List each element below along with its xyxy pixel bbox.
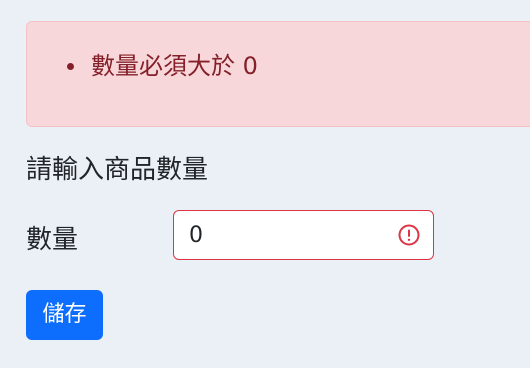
form-heading: 請輸入商品數量 [26,155,209,185]
bullet-icon [67,62,74,70]
quantity-input[interactable] [174,212,389,258]
quantity-input-wrapper [173,210,434,260]
quantity-label: 數量 [26,225,79,255]
error-message: 數量必須大於 0 [91,52,258,80]
exclamation-circle-icon [398,224,420,246]
save-button[interactable]: 儲存 [26,290,103,340]
error-list-item: 數量必須大於 0 [67,50,258,82]
error-alert: 數量必須大於 0 [26,21,530,127]
page: 數量必須大於 0 請輸入商品數量 數量 儲存 [0,0,530,368]
